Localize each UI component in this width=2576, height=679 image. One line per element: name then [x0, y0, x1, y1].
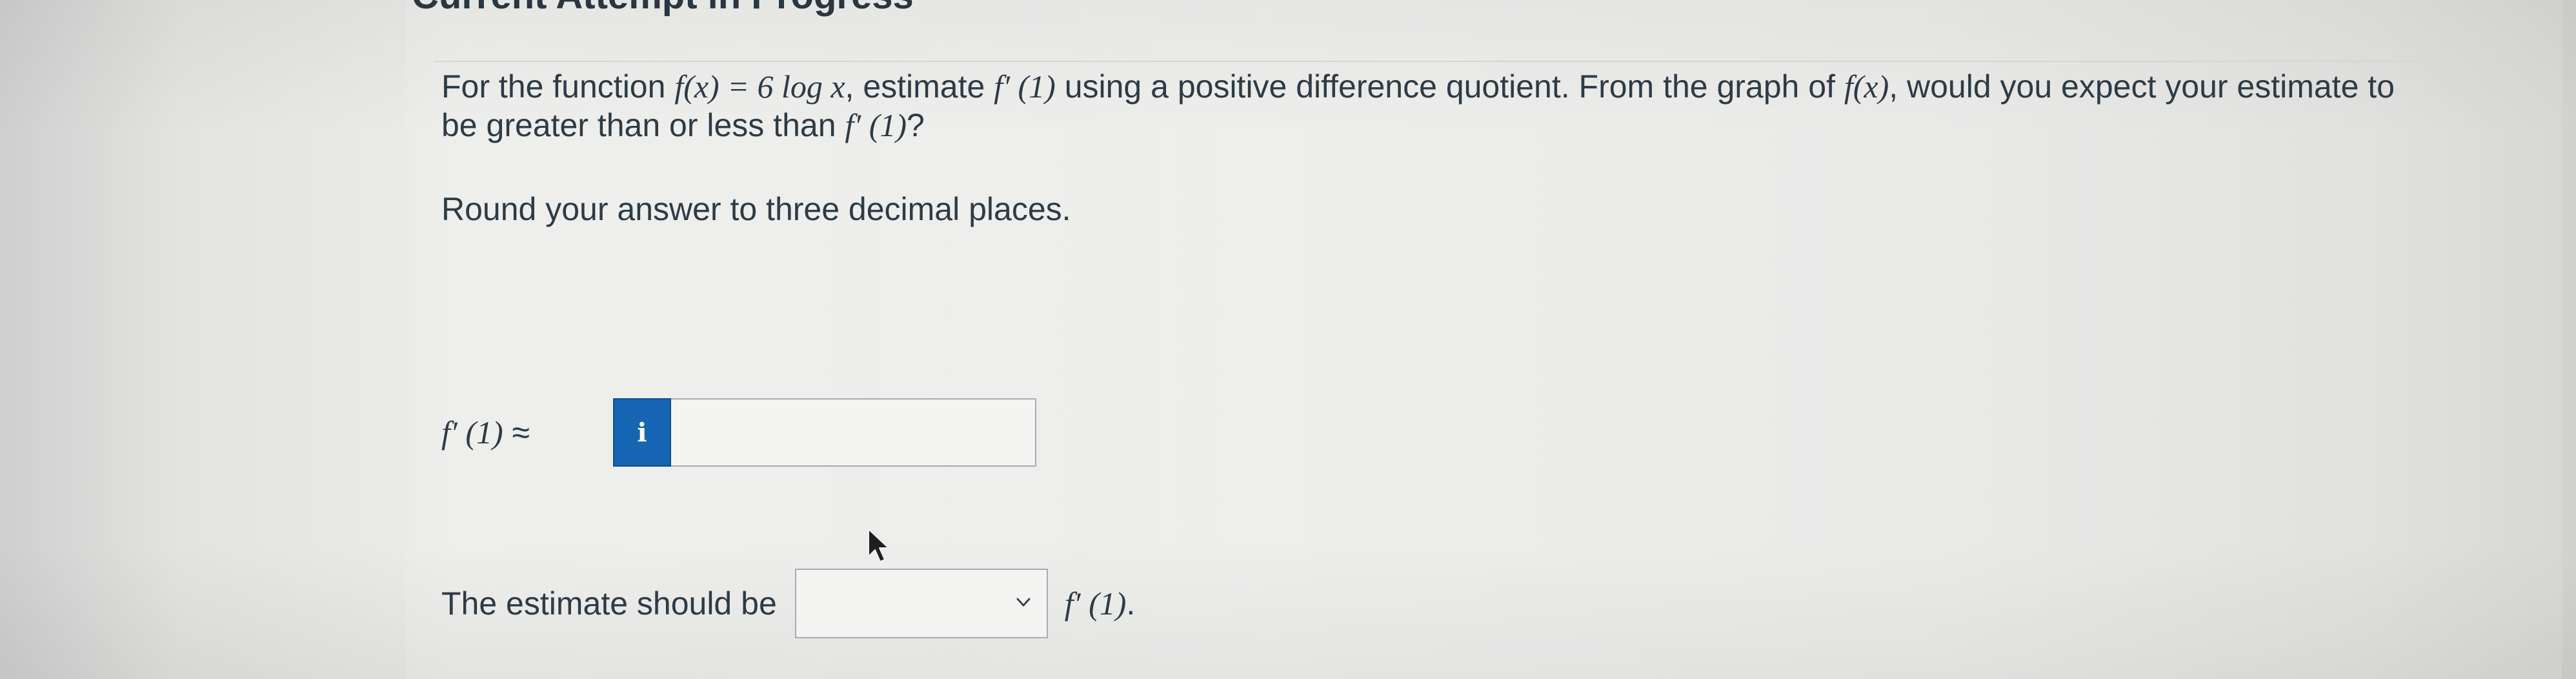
attempt-status-heading: Current Attempt in Progress [412, 0, 914, 17]
function-definition: f(x) = 6 log x [674, 68, 845, 105]
question-method-text: using a positive difference quotient. Fr… [1055, 68, 1844, 105]
estimate-row: The estimate should be f′ (1). [441, 568, 1135, 639]
estimate-suffix-func: f′ (1) [1064, 585, 1127, 622]
chevron-down-icon [1016, 598, 1031, 607]
divider [434, 61, 2421, 62]
question-intro: For the function [441, 68, 675, 105]
estimate-suffix-end: . [1126, 585, 1136, 622]
derivative-expression: f′ (1) [994, 68, 1056, 105]
derivative-answer-row: f′ (1) ≈ i [441, 398, 1036, 467]
question-text: For the function f(x) = 6 log x, estimat… [441, 67, 2429, 145]
approx-symbol: ≈ [512, 414, 530, 451]
question-end: ? [907, 107, 925, 143]
derivative-answer-label: f′ (1) ≈ [441, 414, 613, 451]
info-icon[interactable]: i [613, 398, 671, 467]
derivative-expression-2: f′ (1) [845, 107, 907, 143]
question-estimate-text: , estimate [845, 68, 994, 105]
derivative-label-func: f′ (1) [441, 414, 503, 451]
info-icon-glyph: i [637, 417, 647, 448]
estimate-dropdown[interactable] [794, 569, 1048, 638]
estimate-suffix: f′ (1). [1065, 585, 1136, 622]
mouse-pointer-icon [868, 529, 889, 562]
rounding-instruction: Round your answer to three decimal place… [441, 191, 1071, 227]
function-name: f(x) [1844, 68, 1889, 105]
derivative-answer-input[interactable] [671, 398, 1036, 467]
estimate-label: The estimate should be [441, 585, 777, 622]
